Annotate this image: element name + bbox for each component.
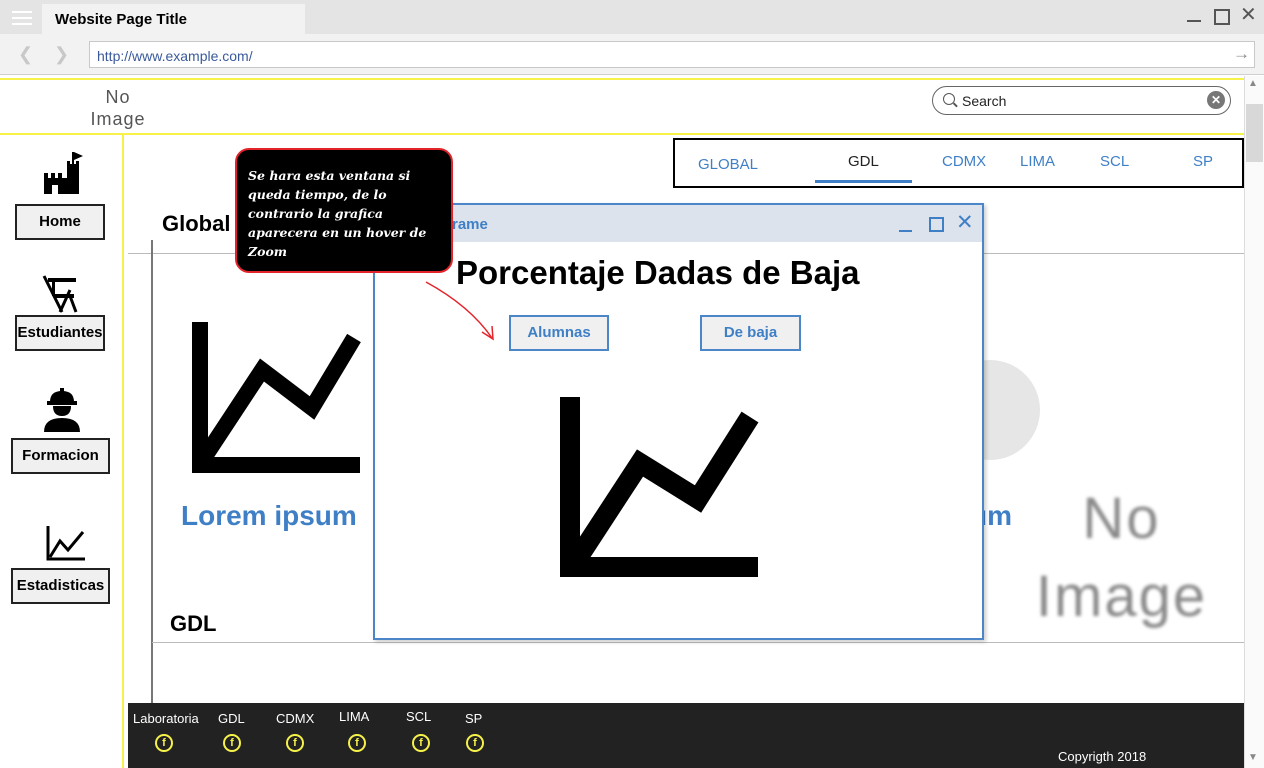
window-minimize-icon[interactable] bbox=[1187, 20, 1201, 22]
alumnas-button[interactable]: Alumnas bbox=[509, 315, 609, 351]
sidebar-item-home[interactable]: Home bbox=[15, 204, 105, 240]
logo-text-line2: Image bbox=[90, 109, 146, 129]
copyright-text: Copyrigth 2018 bbox=[1058, 749, 1147, 764]
line-chart-icon bbox=[46, 526, 85, 561]
section-heading-global: Global bbox=[162, 211, 231, 236]
footer-link-laboratoria[interactable]: Laboratoria bbox=[133, 711, 199, 726]
castle-icon bbox=[44, 152, 83, 194]
url-text: http://www.example.com/ bbox=[97, 48, 253, 64]
search-icon bbox=[943, 93, 955, 105]
footer-link-cdmx[interactable]: CDMX bbox=[276, 711, 314, 726]
popup-maximize-icon[interactable] bbox=[929, 217, 944, 232]
go-arrow-icon[interactable]: → bbox=[1233, 44, 1250, 64]
scroll-up-icon[interactable]: ▲ bbox=[1248, 78, 1258, 89]
tab-global[interactable]: GLOBAL bbox=[698, 156, 758, 173]
footer-link-lima[interactable]: LIMA bbox=[339, 709, 369, 724]
footer-link-gdl[interactable]: GDL bbox=[218, 711, 245, 726]
popup-heading: Porcentaje Dadas de Baja bbox=[456, 254, 860, 291]
tab-sp[interactable]: SP bbox=[1193, 153, 1213, 170]
footer-link-scl[interactable]: SCL bbox=[406, 709, 431, 724]
tab-lima[interactable]: LIMA bbox=[1020, 153, 1055, 170]
school-desk-icon bbox=[42, 275, 78, 313]
back-arrow-icon[interactable]: ❮ bbox=[18, 44, 33, 65]
de-baja-button[interactable]: De baja bbox=[700, 315, 801, 351]
active-tab-indicator bbox=[815, 180, 912, 183]
popup-title: rame bbox=[452, 216, 488, 233]
arrow-icon bbox=[425, 281, 494, 341]
tab-gdl[interactable]: GDL bbox=[848, 153, 879, 170]
clear-search-icon[interactable]: ✕ bbox=[1207, 91, 1225, 109]
facebook-icon[interactable]: f bbox=[223, 734, 241, 752]
scrollbar[interactable] bbox=[1244, 76, 1264, 768]
forward-arrow-icon[interactable]: ❯ bbox=[54, 44, 69, 65]
tab-scl[interactable]: SCL bbox=[1100, 153, 1129, 170]
popup-minimize-icon[interactable] bbox=[899, 230, 912, 232]
facebook-icon[interactable]: f bbox=[155, 734, 173, 752]
facebook-icon[interactable]: f bbox=[466, 734, 484, 752]
scroll-down-icon[interactable]: ▼ bbox=[1248, 752, 1258, 763]
window-close-icon[interactable]: ✕ bbox=[1240, 5, 1257, 25]
popup-close-icon[interactable]: ✕ bbox=[956, 212, 974, 234]
facebook-icon[interactable]: f bbox=[286, 734, 304, 752]
construction-worker-icon bbox=[44, 388, 80, 432]
sidebar-item-estudiantes[interactable]: Estudiantes bbox=[15, 315, 105, 351]
search-placeholder: Search bbox=[962, 93, 1007, 109]
image-placeholder-line2: Image bbox=[1035, 564, 1208, 629]
logo-text-line1: No bbox=[105, 87, 131, 107]
facebook-icon[interactable]: f bbox=[348, 734, 366, 752]
card-title[interactable]: Lorem ipsum bbox=[181, 500, 357, 532]
window-maximize-icon[interactable] bbox=[1214, 9, 1230, 25]
section-heading-gdl: GDL bbox=[170, 611, 217, 636]
divider bbox=[152, 642, 1244, 643]
image-placeholder: No Image bbox=[1014, 480, 1229, 636]
footer-link-sp[interactable]: SP bbox=[465, 711, 482, 726]
menu-icon[interactable] bbox=[12, 11, 32, 25]
address-bar[interactable] bbox=[89, 41, 1255, 68]
sticky-note-text: Se hara esta ventana si queda tiempo, de… bbox=[248, 168, 427, 259]
popup-chart-icon bbox=[560, 397, 759, 577]
browser-tab-title: Website Page Title bbox=[55, 11, 187, 28]
facebook-icon[interactable]: f bbox=[412, 734, 430, 752]
card-chart-icon bbox=[192, 322, 361, 473]
tab-cdmx[interactable]: CDMX bbox=[942, 153, 986, 170]
divider-vertical bbox=[151, 240, 153, 705]
sidebar-item-estadisticas[interactable]: Estadisticas bbox=[11, 568, 110, 604]
scrollbar-thumb[interactable] bbox=[1246, 104, 1263, 162]
logo-placeholder: No Image bbox=[86, 86, 150, 130]
image-placeholder-line1: No bbox=[1082, 486, 1161, 551]
sidebar-item-formacion[interactable]: Formacion bbox=[11, 438, 110, 474]
